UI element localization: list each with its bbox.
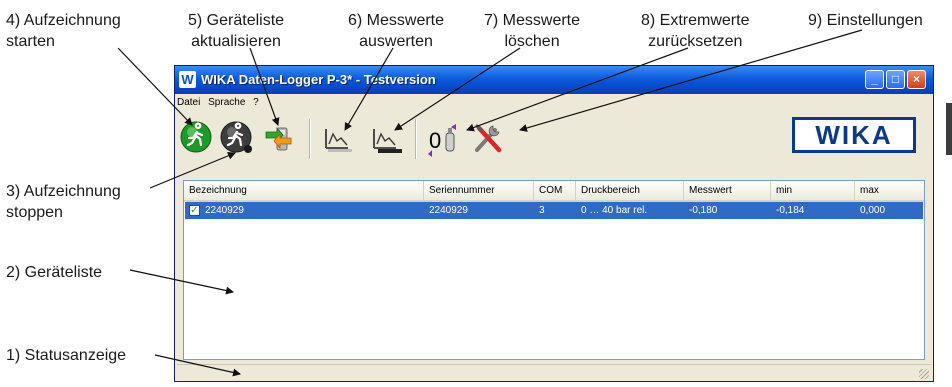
toolbar-separator [415, 119, 417, 159]
reset-extremes-button[interactable]: 0 [426, 124, 466, 158]
cell-druckbereich: 0 … 40 bar rel. [581, 205, 648, 216]
title-bar[interactable]: W WIKA Daten-Logger P-3* - Testversion _… [175, 66, 933, 94]
callout-stop-recording: 3) Aufzeichnung stoppen [6, 183, 121, 221]
app-logo-icon: W [179, 71, 196, 88]
device-list[interactable]: Bezeichnung Seriennummer COM Druckbereic… [183, 180, 925, 360]
maximize-button[interactable]: □ [886, 70, 905, 89]
column-header-seriennummer[interactable]: Seriennummer [424, 181, 534, 200]
close-button[interactable]: × [907, 70, 926, 89]
column-header-max[interactable]: max [855, 181, 924, 200]
menu-datei[interactable]: Datei [177, 97, 200, 108]
list-header: Bezeichnung Seriennummer COM Druckbereic… [184, 181, 924, 202]
status-bar [177, 364, 931, 381]
cell-messwert: -0,180 [689, 205, 718, 216]
column-header-druckbereich[interactable]: Druckbereich [576, 181, 684, 200]
device-checkbox[interactable]: ✓ [189, 205, 200, 216]
resize-grip-icon[interactable] [919, 369, 929, 379]
menu-bar: Datei Sprache ? [177, 97, 264, 113]
app-window: W WIKA Daten-Logger P-3* - Testversion _… [174, 65, 934, 382]
cell-bezeichnung: 2240929 [205, 205, 244, 216]
cell-seriennummer: 2240929 [429, 205, 468, 216]
column-header-bezeichnung[interactable]: Bezeichnung [184, 181, 424, 200]
menu-sprache[interactable]: Sprache [208, 97, 245, 108]
callout-delete-values: 7) Messwerte löschen [484, 12, 581, 50]
column-header-messwert[interactable]: Messwert [684, 181, 771, 200]
window-title: WIKA Daten-Logger P-3* - Testversion [201, 72, 436, 87]
cell-min: -0,184 [776, 205, 805, 216]
reset-extremes-icon [428, 124, 456, 157]
page-edge-tab [946, 103, 952, 155]
cell-max: 0,000 [860, 205, 886, 216]
table-row[interactable]: ✓ 2240929 2240929 3 0 … 40 bar rel. -0,1… [185, 202, 923, 219]
cell-com: 3 [539, 205, 545, 216]
callout-start-recording: 4) Aufzeichnung starten [6, 12, 121, 50]
evaluate-values-icon[interactable] [322, 124, 354, 154]
column-header-min[interactable]: min [771, 181, 855, 200]
column-header-com[interactable]: COM [534, 181, 576, 200]
callout-device-list: 2) Geräteliste [6, 264, 103, 281]
callout-refresh-device-list: 5) Geräteliste aktualisieren [188, 12, 285, 50]
menu-help[interactable]: ? [253, 97, 259, 108]
settings-icon[interactable] [471, 122, 505, 156]
refresh-device-list-icon[interactable] [263, 122, 295, 154]
delete-values-icon[interactable] [370, 124, 402, 154]
callout-status-display: 1) Statusanzeige [6, 347, 127, 364]
start-record-icon[interactable] [180, 121, 212, 153]
callout-settings: 9) Einstellungen [808, 12, 923, 29]
toolbar-separator [309, 119, 311, 159]
callout-reset-extremes: 8) Extremwerte zurücksetzen [641, 12, 750, 50]
stop-record-icon[interactable] [220, 121, 254, 155]
wika-logo: WIKA [792, 117, 916, 153]
minimize-button[interactable]: _ [865, 70, 884, 89]
callout-evaluate-values: 6) Messwerte auswerten [348, 12, 445, 50]
